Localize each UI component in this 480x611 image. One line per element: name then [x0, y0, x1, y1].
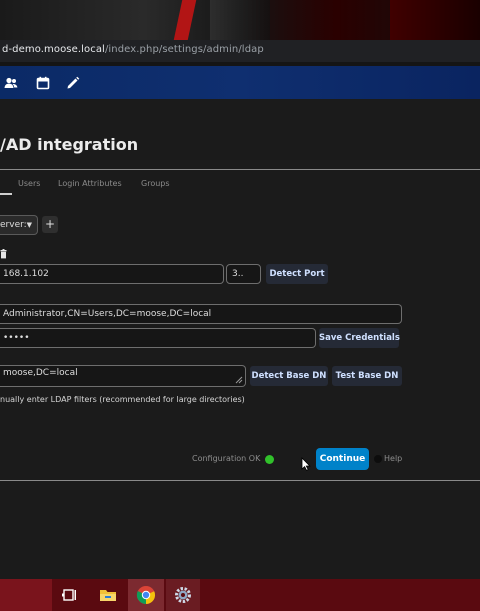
resize-handle-icon[interactable]: [235, 376, 243, 384]
chevron-down-icon: ▼: [26, 221, 32, 229]
url-text[interactable]: d-demo.moose.local/index.php/settings/ad…: [2, 44, 264, 55]
task-view-icon[interactable]: [60, 585, 80, 605]
mouse-pointer-icon: [301, 456, 311, 471]
add-server-button[interactable]: +: [42, 216, 58, 233]
help-icon[interactable]: [374, 455, 382, 463]
password-field[interactable]: •••••: [0, 328, 316, 348]
help-link[interactable]: Help: [384, 454, 402, 463]
url-path: /index.php/settings/admin/ldap: [104, 44, 264, 55]
server-select-value: erver:: [0, 220, 27, 230]
continue-button[interactable]: Continue: [316, 448, 369, 470]
browser-address-bar[interactable]: d-demo.moose.local/index.php/settings/ad…: [0, 40, 480, 62]
base-dn-value: moose,DC=local: [3, 368, 78, 378]
port-field[interactable]: 3..: [226, 264, 261, 284]
file-explorer-icon[interactable]: [98, 585, 118, 605]
calendar-icon[interactable]: [36, 76, 50, 90]
base-dn-field[interactable]: moose,DC=local: [0, 365, 246, 387]
status-ok-indicator: [265, 455, 274, 464]
title-divider: [0, 169, 480, 170]
user-dn-field[interactable]: Administrator,CN=Users,DC=moose,DC=local: [0, 304, 402, 324]
active-tab-indicator: [0, 193, 12, 195]
tab-login-attributes[interactable]: Login Attributes: [58, 179, 122, 188]
settings-icon[interactable]: [173, 585, 193, 605]
settings-content: /AD integration Users Login Attributes G…: [0, 99, 480, 579]
wallpaper-streak: [390, 0, 480, 40]
wallpaper-streak: [171, 0, 199, 40]
desktop-background: [0, 0, 480, 40]
configuration-status-text: Configuration OK: [192, 454, 261, 463]
tab-users[interactable]: Users: [18, 179, 40, 188]
server-select[interactable]: erver: ▼: [0, 215, 38, 235]
detect-port-button[interactable]: Detect Port: [266, 264, 328, 284]
search-box[interactable]: [0, 579, 52, 611]
url-host: d-demo.moose.local: [2, 44, 105, 55]
page-title: /AD integration: [0, 135, 139, 154]
pencil-icon[interactable]: [66, 76, 80, 90]
windows-taskbar: [0, 579, 480, 611]
tab-groups[interactable]: Groups: [141, 179, 170, 188]
save-credentials-button[interactable]: Save Credentials: [319, 328, 400, 348]
detect-base-dn-button[interactable]: Detect Base DN: [250, 366, 328, 386]
app-header: [0, 66, 480, 99]
contacts-icon[interactable]: [4, 76, 18, 90]
section-divider: [0, 480, 480, 481]
chrome-icon[interactable]: [136, 585, 156, 605]
wallpaper-streak: [210, 0, 270, 40]
host-field[interactable]: 168.1.102: [0, 264, 224, 284]
test-base-dn-button[interactable]: Test Base DN: [332, 366, 402, 386]
trash-icon[interactable]: [0, 244, 8, 259]
manual-ldap-filters-label[interactable]: nually enter LDAP filters (recommended f…: [0, 395, 245, 404]
